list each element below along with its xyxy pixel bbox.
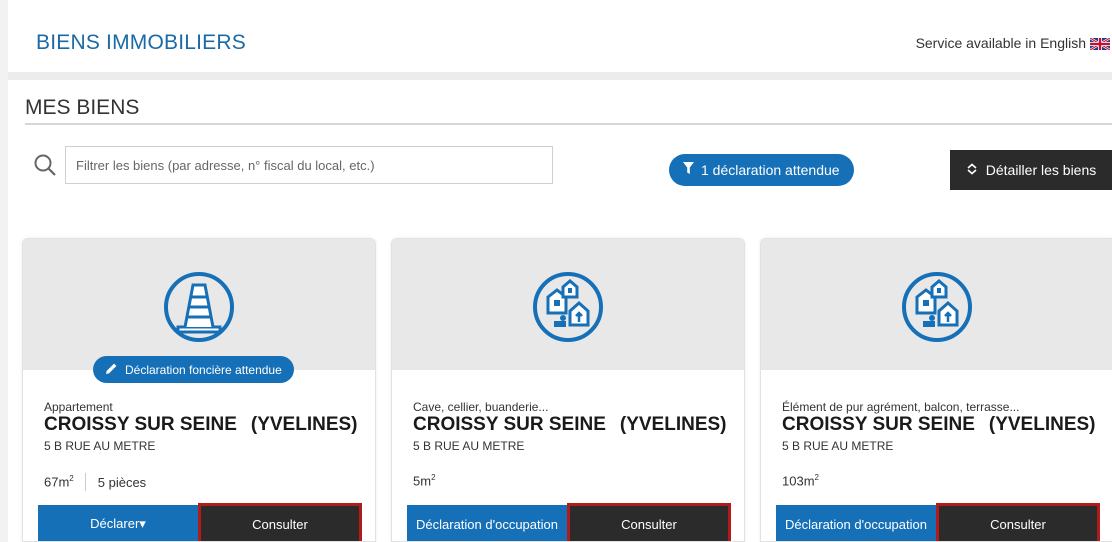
left-margin-band [0,0,8,542]
land-declaration-badge[interactable]: Déclaration foncière attendue [93,356,294,383]
property-card: Déclaration foncière attendue Appartemen… [22,238,376,542]
pending-declaration-filter[interactable]: 1 déclaration attendue [669,154,854,186]
department-name: (YVELINES) [250,414,358,435]
consult-button[interactable]: Consulter [567,503,731,541]
property-city: CROISSY SUR SEINE (YVELINES) [782,414,1096,436]
pending-declaration-label: 1 déclaration attendue [701,162,840,178]
property-area: 103m2 [782,473,819,489]
property-area: 67m2 [44,474,74,490]
detail-properties-button[interactable]: Détailler les biens [950,150,1112,190]
property-address: 5 B RUE AU METRE [413,439,525,453]
property-city: CROISSY SUR SEINE (YVELINES) [413,414,727,436]
property-type: Appartement [44,400,113,414]
consult-button[interactable]: Consulter [936,503,1100,541]
property-stats: 67m2 5 pièces [44,473,146,491]
property-card: Cave, cellier, buanderie... CROISSY SUR … [391,238,745,542]
city-name: CROISSY SUR SEINE [782,414,975,435]
stats-divider [84,473,86,491]
department-name: (YVELINES) [988,414,1096,435]
property-card: Élément de pur agrément, balcon, terrass… [760,238,1112,542]
property-address: 5 B RUE AU METRE [44,439,156,453]
language-link-label: Service available in English [915,35,1086,51]
city-name: CROISSY SUR SEINE [44,414,237,435]
detail-properties-label: Détailler les biens [985,162,1097,178]
city-name: CROISSY SUR SEINE [413,414,606,435]
search-icon[interactable] [25,146,65,184]
funnel-icon [683,162,694,178]
section-title: MES BIENS [25,96,140,119]
app-title: BIENS IMMOBILIERS [36,31,246,54]
occupation-declaration-button[interactable]: Déclaration d'occupation [407,505,567,541]
uk-flag-icon [1089,36,1111,52]
property-area: 5m2 [413,473,436,489]
section-divider [25,123,1112,125]
search-input[interactable] [65,146,553,184]
property-type: Cave, cellier, buanderie... [413,400,549,414]
land-declaration-label: Déclaration foncière attendue [125,362,282,377]
declare-button[interactable]: Déclarer▾ [38,505,198,541]
property-city: CROISSY SUR SEINE (YVELINES) [44,414,358,436]
apartment-building-icon [161,269,237,345]
property-type: Élément de pur agrément, balcon, terrass… [782,400,1020,414]
language-link[interactable]: Service available in English [915,35,1111,52]
property-stats: 103m2 [782,473,819,488]
header-divider-band [8,72,1112,80]
occupation-declaration-button[interactable]: Déclaration d'occupation [776,505,936,541]
department-name: (YVELINES) [619,414,727,435]
chevron-updown-icon [966,162,978,178]
property-address: 5 B RUE AU METRE [782,439,894,453]
property-stats: 5m2 [413,473,436,488]
property-rooms: 5 pièces [97,474,147,490]
search-bar [25,146,553,184]
consult-button[interactable]: Consulter [198,503,362,541]
dependencies-icon [530,269,606,345]
dependencies-icon [899,269,975,345]
top-header: BIENS IMMOBILIERS Service available in E… [0,0,1112,72]
pencil-icon [105,362,118,378]
